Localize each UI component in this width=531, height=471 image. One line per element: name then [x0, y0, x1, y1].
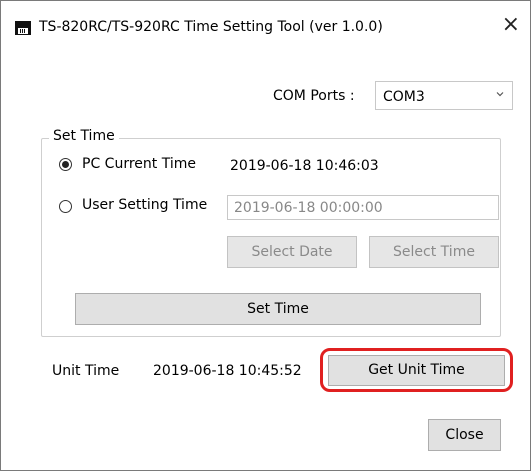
pc-current-time-value: 2019-06-18 10:46:03: [230, 158, 379, 174]
set-time-button-label: Set Time: [247, 301, 309, 317]
select-date-button[interactable]: Select Date: [227, 236, 357, 268]
set-time-button[interactable]: Set Time: [75, 293, 481, 325]
window-title: TS-820RC/TS-920RC Time Setting Tool (ver…: [39, 19, 383, 35]
chevron-down-icon: [496, 92, 504, 97]
select-date-label: Select Date: [251, 244, 333, 260]
highlight-annotation: [320, 348, 513, 392]
close-icon[interactable]: ×: [502, 13, 520, 37]
user-setting-time-radio[interactable]: [59, 200, 72, 213]
main-window: TS-820RC/TS-920RC Time Setting Tool (ver…: [0, 0, 531, 471]
select-time-button[interactable]: Select Time: [369, 236, 499, 268]
title-bar: TS-820RC/TS-920RC Time Setting Tool (ver…: [1, 1, 530, 43]
select-time-label: Select Time: [393, 244, 475, 260]
close-button[interactable]: Close: [428, 419, 501, 451]
close-button-label: Close: [445, 427, 484, 443]
com-ports-value: COM3: [383, 89, 425, 105]
unit-time-value: 2019-06-18 10:45:52: [153, 363, 302, 379]
user-setting-time-label: User Setting Time: [82, 197, 208, 213]
unit-time-label: Unit Time: [52, 363, 120, 379]
com-ports-label: COM Ports :: [273, 88, 355, 104]
app-calendar-icon: [15, 21, 31, 35]
user-setting-time-input[interactable]: 2019-06-18 00:00:00: [227, 195, 499, 220]
user-setting-time-value: 2019-06-18 00:00:00: [234, 200, 383, 216]
com-ports-select[interactable]: COM3: [375, 81, 513, 110]
pc-current-time-label: PC Current Time: [82, 156, 196, 172]
pc-current-time-radio[interactable]: [59, 158, 72, 171]
set-time-legend: Set Time: [49, 128, 119, 144]
